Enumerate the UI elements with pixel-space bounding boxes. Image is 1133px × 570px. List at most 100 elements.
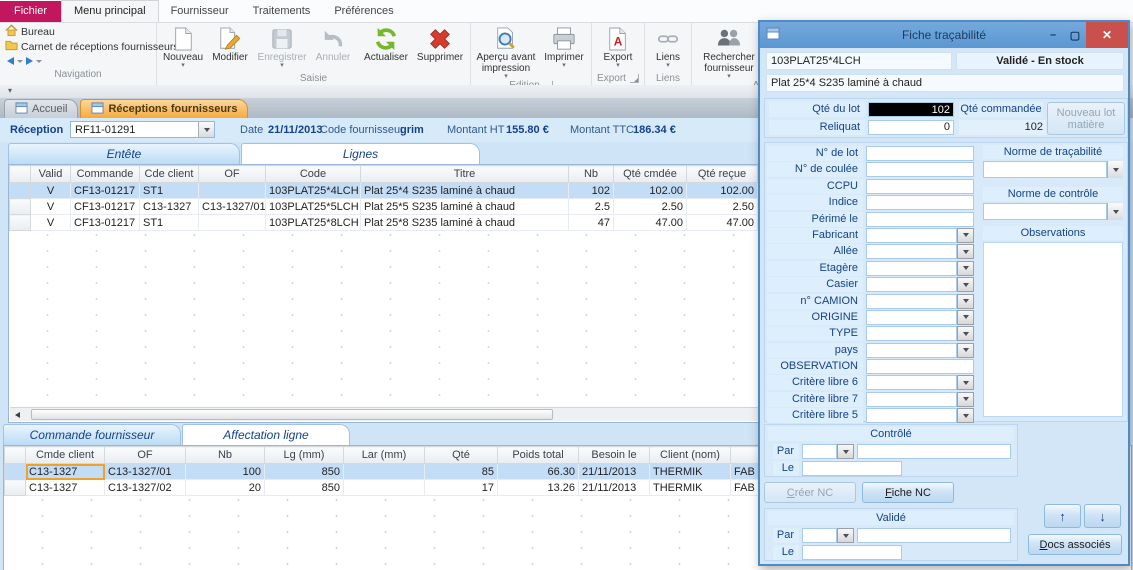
cell[interactable]: 17 xyxy=(424,479,498,496)
move-down-button[interactable]: ↓ xyxy=(1084,504,1121,528)
column-header[interactable]: Cmde client xyxy=(25,446,105,464)
dialog-titlebar[interactable]: Fiche traçabilité – ▢ ✕ xyxy=(760,22,1128,48)
cell[interactable]: 103PLAT25*5LCH xyxy=(265,198,361,215)
cell[interactable] xyxy=(343,479,425,496)
text-field[interactable] xyxy=(866,146,974,161)
row-indicator[interactable] xyxy=(9,198,31,215)
combo-dropdown-icon[interactable] xyxy=(198,122,214,137)
column-header[interactable]: Besoin le xyxy=(578,446,650,464)
tab-lignes[interactable]: Lignes xyxy=(241,143,480,164)
cell[interactable]: 21/11/2013 xyxy=(578,463,650,480)
cell[interactable]: CF13-01217 xyxy=(70,182,140,199)
text-field[interactable] xyxy=(866,178,974,194)
ribbon-tab-menu-principal[interactable]: Menu principal xyxy=(61,0,159,22)
text-field[interactable] xyxy=(866,195,974,211)
dropdown-field[interactable] xyxy=(866,342,957,358)
undo-button[interactable]: Annuler xyxy=(311,23,355,63)
column-header[interactable]: Client (nom) xyxy=(649,446,731,464)
cell[interactable]: 103PLAT25*8LCH xyxy=(265,214,361,231)
dropdown-arrow-icon[interactable] xyxy=(957,408,974,424)
dropdown-arrow-icon[interactable] xyxy=(957,391,974,407)
cell[interactable]: C13-1327/01 xyxy=(104,463,186,480)
column-header[interactable]: Lg (mm) xyxy=(264,446,344,464)
cell[interactable]: 102.00 xyxy=(613,182,687,199)
column-header[interactable]: Code xyxy=(265,165,361,183)
dropdown-arrow-icon[interactable] xyxy=(837,444,854,459)
nav-item-carnet-receptions[interactable]: Carnet de réceptions fournisseurs xyxy=(5,39,179,54)
cell[interactable]: V xyxy=(30,198,71,215)
dropdown-field[interactable] xyxy=(866,277,957,293)
file-tab[interactable]: Fichier xyxy=(0,1,62,22)
cell[interactable]: C13-1327/01 xyxy=(198,198,266,215)
column-header[interactable]: Qté cmdée xyxy=(613,165,687,183)
nav-forward-dropdown-icon[interactable] xyxy=(36,59,42,63)
cell[interactable]: 21/11/2013 xyxy=(578,479,650,496)
cell[interactable]: 102.00 xyxy=(686,182,758,199)
dropdown-arrow-icon[interactable] xyxy=(957,342,974,358)
reception-number-combobox[interactable]: RF11-01291 xyxy=(70,121,215,138)
dropdown-arrow-icon[interactable] xyxy=(1107,161,1123,178)
column-header[interactable]: OF xyxy=(104,446,186,464)
cell[interactable]: ST1 xyxy=(139,214,199,231)
dropdown-field[interactable] xyxy=(866,244,957,260)
cell[interactable]: 20 xyxy=(185,479,265,496)
links-button[interactable]: Liens ▾ xyxy=(647,23,689,69)
cell[interactable] xyxy=(343,463,425,480)
tab-receptions-fournisseurs[interactable]: Réceptions fournisseurs xyxy=(80,99,249,118)
cell[interactable]: 100 xyxy=(185,463,265,480)
column-header[interactable]: Nb xyxy=(185,446,265,464)
dropdown-field[interactable] xyxy=(866,309,957,325)
row-indicator[interactable] xyxy=(4,463,26,480)
dropdown-arrow-icon[interactable] xyxy=(957,375,974,391)
refresh-button[interactable]: Actualiser xyxy=(360,23,412,63)
dialog-launcher-icon[interactable] xyxy=(629,74,639,83)
cell[interactable]: 2.5 xyxy=(568,198,614,215)
nav-back-dropdown-icon[interactable] xyxy=(17,59,23,63)
cell[interactable]: CF13-01217 xyxy=(70,198,140,215)
dropdown-field[interactable] xyxy=(866,227,957,243)
cell[interactable]: C13-1327 xyxy=(139,198,199,215)
cell[interactable]: THERMIK xyxy=(649,463,731,480)
dropdown-field[interactable] xyxy=(866,293,957,309)
nav-item-bureau[interactable]: Bureau xyxy=(5,23,155,39)
dropdown-arrow-icon[interactable] xyxy=(1107,203,1123,220)
tab-commande-fournisseur[interactable]: Commande fournisseur xyxy=(3,424,181,445)
cell[interactable]: 66.30 xyxy=(497,463,579,480)
ribbon-tab-fournisseur[interactable]: Fournisseur xyxy=(159,1,241,22)
nav-forward-icon[interactable] xyxy=(26,57,33,65)
ribbon-tab-traitements[interactable]: Traitements xyxy=(241,1,323,22)
column-header[interactable]: Nb xyxy=(568,165,614,183)
print-button[interactable]: Imprimer ▾ xyxy=(539,23,589,69)
dropdown-field[interactable] xyxy=(866,375,957,391)
cell[interactable]: 2.50 xyxy=(686,198,758,215)
cell[interactable]: 850 xyxy=(264,463,344,480)
nav-back-icon[interactable] xyxy=(7,57,14,65)
new-button[interactable]: Nouveau ▾ xyxy=(159,23,207,69)
cell[interactable] xyxy=(198,214,266,231)
close-icon[interactable]: ✕ xyxy=(1086,22,1128,48)
column-header[interactable]: Qté xyxy=(424,446,498,464)
column-header[interactable]: Qté reçue xyxy=(686,165,758,183)
collapse-ribbon-icon[interactable]: ▾ xyxy=(8,86,12,95)
column-header[interactable]: Valid xyxy=(30,165,71,183)
control-standard-dropdown[interactable] xyxy=(983,203,1123,220)
cell[interactable]: 2.50 xyxy=(613,198,687,215)
cell[interactable]: 47.00 xyxy=(613,214,687,231)
cell[interactable]: C13-1327/02 xyxy=(104,479,186,496)
dropdown-field[interactable] xyxy=(866,260,957,276)
dropdown-arrow-icon[interactable] xyxy=(957,244,974,260)
tab-accueil[interactable]: Accueil xyxy=(4,99,79,118)
cell[interactable]: CF13-01217 xyxy=(70,214,140,231)
cell[interactable]: 103PLAT25*4LCH xyxy=(265,182,361,199)
cell[interactable]: 85 xyxy=(424,463,498,480)
export-button[interactable]: A Export ▾ xyxy=(594,23,642,69)
text-field[interactable] xyxy=(866,211,974,227)
cell[interactable]: 13.26 xyxy=(497,479,579,496)
traceability-standard-dropdown[interactable] xyxy=(983,161,1123,178)
dropdown-arrow-icon[interactable] xyxy=(957,309,974,325)
dropdown-arrow-icon[interactable] xyxy=(957,293,974,309)
dropdown-field[interactable] xyxy=(866,408,957,424)
text-field[interactable] xyxy=(866,359,974,375)
cell[interactable]: C13-1327 xyxy=(25,463,105,480)
column-header[interactable]: Lar (mm) xyxy=(343,446,425,464)
